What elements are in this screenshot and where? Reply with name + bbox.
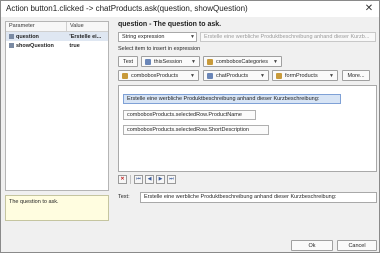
comboboxcategories-button[interactable]: comboboxCategories ▼ (203, 56, 282, 67)
insert-hint: Select item to insert in expression (118, 46, 201, 52)
column-header-value: Value (70, 23, 84, 29)
comboboxproducts-label: comboboxProducts (131, 72, 179, 79)
close-icon[interactable]: ✕ (363, 3, 375, 15)
action-dialog: Action button1.clicked -> chatProducts.a… (0, 0, 380, 253)
text-button[interactable]: Text (118, 56, 138, 67)
parameter-table-header: Parameter Value (6, 22, 108, 32)
expression-toolbar: ✕ ⏮ ◀ ▶ ⏭ (118, 175, 176, 186)
parameter-table: Parameter Value question 'Erstelle ei...… (5, 21, 109, 191)
chatproducts-button[interactable]: chatProducts ▼ (203, 70, 269, 81)
chevron-down-icon: ▼ (190, 34, 195, 40)
comboboxproducts-button[interactable]: comboboxProducts ▼ (118, 70, 199, 81)
window-title: Action button1.clicked -> chatProducts.a… (6, 4, 248, 13)
ok-button[interactable]: Ok (291, 240, 333, 251)
more-button[interactable]: More... (342, 70, 370, 81)
chat-icon (207, 72, 213, 79)
text-button-label: Text (122, 58, 134, 65)
cancel-label: Cancel (348, 242, 366, 249)
parameter-icon (9, 34, 14, 39)
toolbar-separator (130, 175, 131, 184)
ok-label: Ok (308, 242, 316, 249)
move-left-icon[interactable]: ◀ (145, 175, 154, 184)
expression-preview-field: Erstelle eine werbliche Produktbeschreib… (200, 32, 376, 42)
chatproducts-label: chatProducts (216, 72, 249, 79)
combobox-icon (122, 72, 128, 79)
expression-mode-value: String expression (122, 34, 165, 40)
parameter-row-showquestion[interactable]: showQuestion true (6, 41, 108, 50)
expression-chip-shortdescription[interactable]: comboboxProducts.selectedRow.ShortDescri… (123, 125, 269, 135)
expression-mode-select[interactable]: String expression ▼ (118, 32, 197, 42)
more-label: More... (347, 72, 365, 79)
session-icon (145, 58, 151, 65)
text-label: Text: (118, 194, 130, 200)
parameter-name: showQuestion (16, 42, 54, 49)
parameter-description: The question to ask. (5, 195, 109, 221)
thissession-label: thisSession (154, 58, 183, 65)
chevron-down-icon: ▼ (260, 72, 265, 79)
thissession-button[interactable]: thisSession ▼ (141, 56, 200, 67)
expression-chip-text[interactable]: Erstelle eine werbliche Produktbeschreib… (123, 94, 341, 104)
combobox-icon (207, 58, 213, 65)
cancel-button[interactable]: Cancel (337, 240, 377, 251)
move-last-icon[interactable]: ⏭ (167, 175, 176, 184)
parameter-icon (9, 43, 14, 48)
move-right-icon[interactable]: ▶ (156, 175, 165, 184)
text-input[interactable]: Erstelle eine werbliche Produktbeschreib… (140, 192, 377, 203)
parameter-row-question[interactable]: question 'Erstelle ei... (6, 32, 108, 41)
chevron-down-icon: ▼ (191, 58, 196, 65)
title-bar: Action button1.clicked -> chatProducts.a… (1, 1, 379, 17)
chevron-down-icon: ▼ (273, 58, 278, 65)
parameter-value: true (69, 42, 80, 49)
comboboxcategories-label: comboboxCategories (216, 58, 268, 65)
formproducts-button[interactable]: formProducts ▼ (272, 70, 338, 81)
delete-icon[interactable]: ✕ (118, 175, 127, 184)
move-first-icon[interactable]: ⏮ (134, 175, 143, 184)
expression-chip-productname[interactable]: comboboxProducts.selectedRow.ProductName (123, 110, 256, 120)
form-icon (276, 72, 282, 79)
editor-title: question - The question to ask. (118, 21, 222, 28)
expression-editor[interactable]: Erstelle eine werbliche Produktbeschreib… (118, 85, 377, 172)
parameter-value: 'Erstelle ei... (69, 33, 102, 40)
parameter-name: question (16, 33, 39, 40)
formproducts-label: formProducts (285, 72, 318, 79)
chevron-down-icon: ▼ (329, 72, 334, 79)
column-header-parameter: Parameter (6, 22, 67, 31)
chevron-down-icon: ▼ (190, 72, 195, 79)
